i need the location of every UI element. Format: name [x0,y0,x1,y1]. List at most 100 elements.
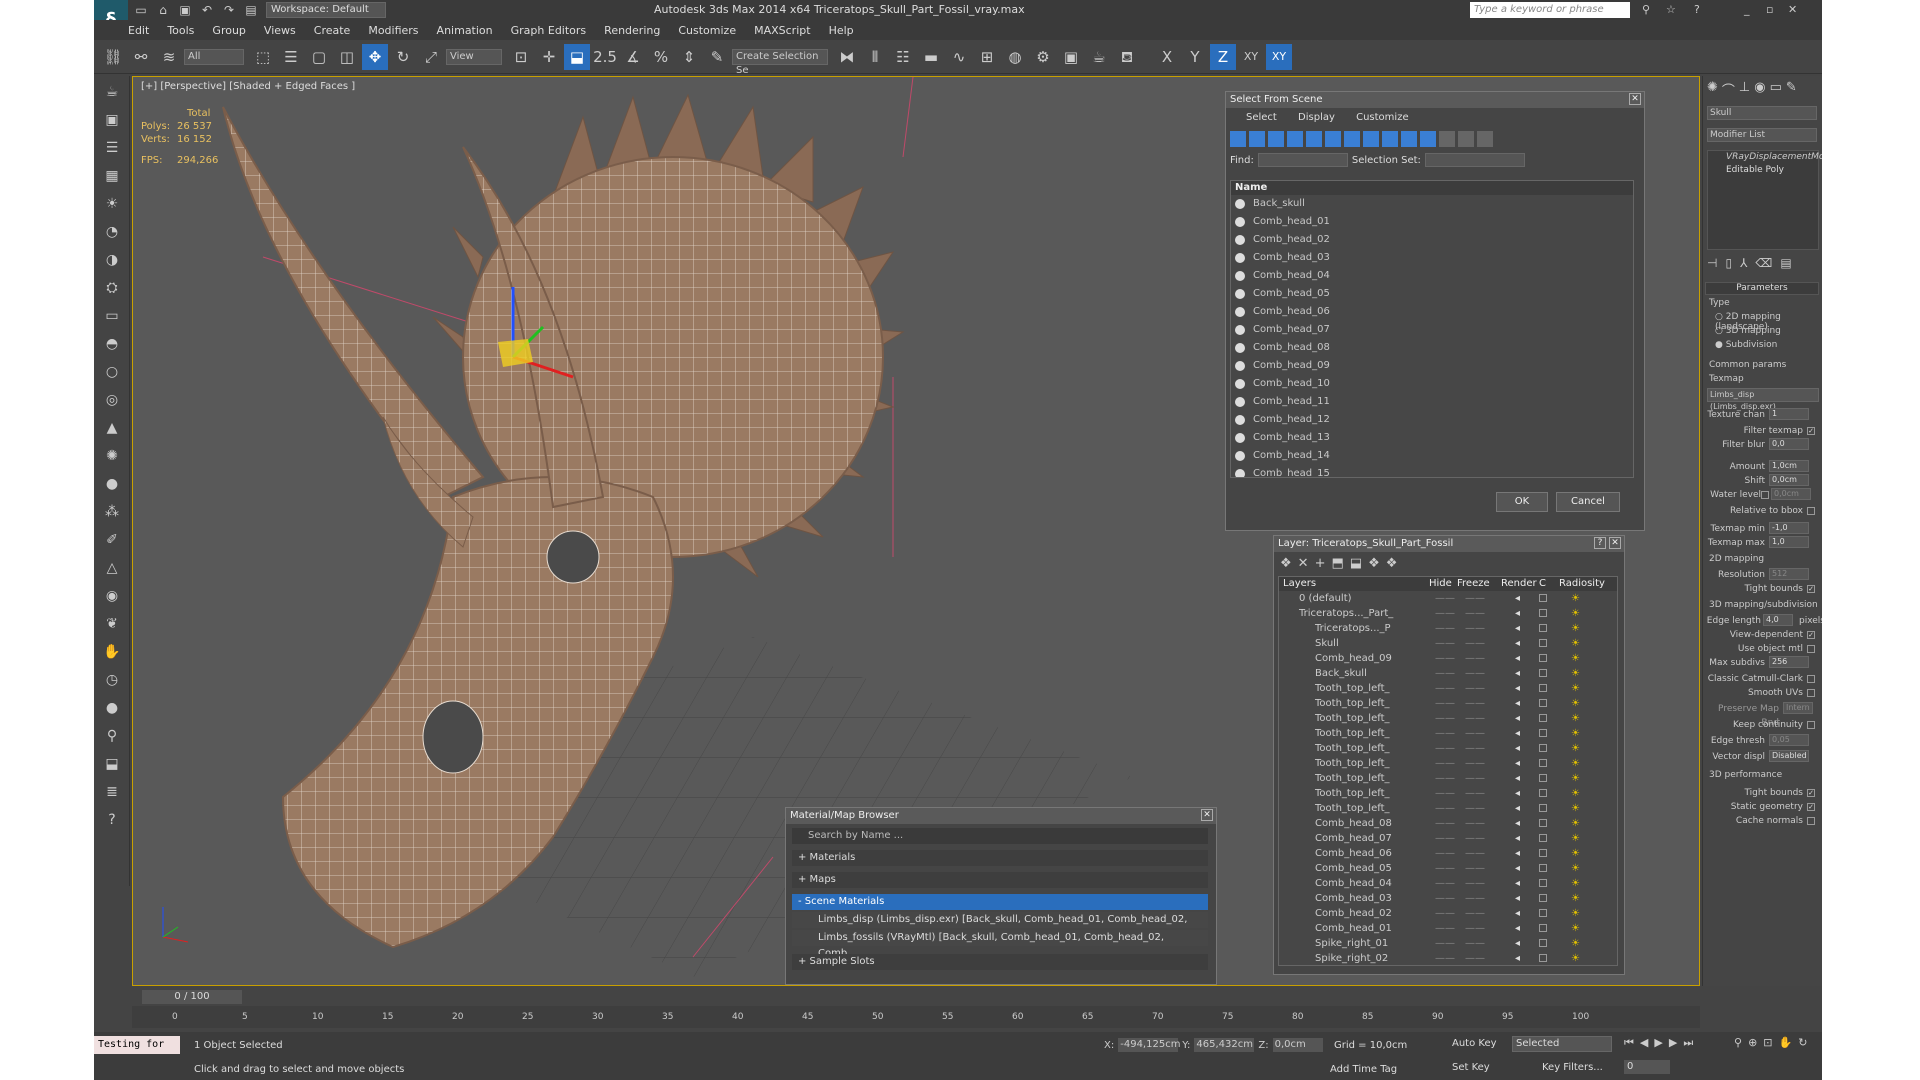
camera-icon[interactable]: ⛭ [100,276,124,300]
selection-filter-dropdown[interactable]: All [184,48,244,65]
layer-color-swatch[interactable] [1539,759,1547,767]
layer-color-swatch[interactable] [1539,819,1547,827]
render-toggle-icon[interactable]: ◂ [1515,831,1520,846]
layer-color-swatch[interactable] [1539,594,1547,602]
cameras-filter-icon[interactable] [1287,131,1303,147]
material-search-input[interactable]: Search by Name ... [792,828,1208,844]
workspace-dropdown[interactable]: Workspace: Default [266,2,386,18]
render-toggle-icon[interactable]: ◂ [1515,816,1520,831]
radiosity-icon[interactable]: ☀ [1571,651,1580,666]
layer-color-swatch[interactable] [1539,669,1547,677]
layer-row[interactable]: Tooth_top_left_ —— —— ◂ ☀ [1279,711,1617,726]
scene-object-row[interactable]: Comb_head_08 [1231,339,1633,357]
layer-row[interactable]: Spike_right_02 —— —— ◂ ☀ [1279,951,1617,965]
render-toggle-icon[interactable]: ◂ [1515,591,1520,606]
sample-slots-section[interactable]: + Sample Slots [792,954,1208,970]
render-production-icon[interactable]: ☕ [1086,44,1112,70]
layer-color-swatch[interactable] [1539,714,1547,722]
selection-region-icon[interactable]: ▢ [306,44,332,70]
display-tab-icon[interactable]: ▭ [1770,80,1782,99]
geosphere-icon[interactable]: ● [100,472,124,496]
scene-object-row[interactable]: Comb_head_06 [1231,303,1633,321]
close-icon[interactable]: ✕ [1201,809,1213,821]
layer-row[interactable]: Skull —— —— ◂ ☀ [1279,636,1617,651]
radiosity-icon[interactable]: ☀ [1571,801,1580,816]
layer-row[interactable]: Tooth_top_left_ —— —— ◂ ☀ [1279,786,1617,801]
layer-row[interactable]: Comb_head_04 —— —— ◂ ☀ [1279,876,1617,891]
layer-color-swatch[interactable] [1539,834,1547,842]
magnify-icon[interactable]: ⚲ [100,724,124,748]
hide-column[interactable]: Hide [1429,577,1452,591]
layer-row[interactable]: Comb_head_05 —— —— ◂ ☀ [1279,861,1617,876]
layer-row[interactable]: Triceratops..._P —— —— ◂ ☀ [1279,621,1617,636]
layer-color-swatch[interactable] [1539,609,1547,617]
scene-object-row[interactable]: Comb_head_13 [1231,429,1633,447]
radio-3d-mapping[interactable]: ○ 3D mapping [1715,326,1781,336]
freeze-toggle[interactable]: —— [1465,951,1485,965]
lights-filter-icon[interactable] [1268,131,1284,147]
scene-object-row[interactable]: Back_skull [1231,195,1633,213]
layer-color-swatch[interactable] [1539,774,1547,782]
particles-icon[interactable]: ⁂ [100,500,124,524]
open-icon[interactable]: ⌂ [154,2,172,18]
radiosity-icon[interactable]: ☀ [1571,816,1580,831]
layer-color-swatch[interactable] [1539,729,1547,737]
water-level-checkbox[interactable] [1761,491,1769,499]
radiosity-icon[interactable]: ☀ [1571,711,1580,726]
schematic-view-icon[interactable]: ⊞ [974,44,1000,70]
layer-row[interactable]: Tooth_top_left_ —— —— ◂ ☀ [1279,741,1617,756]
toggle-icon[interactable]: ⬓ [100,752,124,776]
reference-coordinate-dropdown[interactable]: View [446,48,502,65]
render-toggle-icon[interactable]: ◂ [1515,696,1520,711]
radiosity-icon[interactable]: ☀ [1571,921,1580,936]
stack-icon[interactable]: ≣ [100,780,124,804]
render-toggle-icon[interactable]: ◂ [1515,876,1520,891]
select-and-rotate-icon[interactable]: ↻ [390,44,416,70]
hand-icon[interactable]: ✋ [100,640,124,664]
redo-icon[interactable]: ↷ [220,2,238,18]
layer-color-swatch[interactable] [1539,924,1547,932]
clock-icon[interactable]: ◷ [100,668,124,692]
display-all-icon[interactable] [1439,131,1455,147]
go-to-start-icon[interactable]: ⏮ [1624,1036,1634,1050]
shift-spinner[interactable]: 0,0cm [1769,474,1809,486]
preserve-map-dropdown[interactable]: Intern [1783,702,1813,714]
utilities-tab-icon[interactable]: ✎ [1786,80,1797,99]
layer-color-swatch[interactable] [1539,624,1547,632]
freeze-toggle[interactable]: —— [1465,696,1485,711]
axis-xy-active-button[interactable]: XY [1266,43,1292,70]
hide-toggle[interactable]: —— [1435,801,1455,816]
layer-row[interactable]: Back_skull —— —— ◂ ☀ [1279,666,1617,681]
layer-color-swatch[interactable] [1539,639,1547,647]
menu-help[interactable]: Help [829,24,854,37]
freeze-toggle[interactable]: —— [1465,666,1485,681]
align-icon[interactable]: ⫴ [862,44,888,70]
tight-bounds-checkbox[interactable]: ✓ [1807,585,1815,593]
relative-to-bbox-checkbox[interactable] [1807,507,1815,515]
key-mode-dropdown[interactable]: Selected [1512,1036,1612,1052]
menu-views[interactable]: Views [264,24,296,37]
scene-object-row[interactable]: Comb_head_03 [1231,249,1633,267]
scene-object-row[interactable]: Comb_head_07 [1231,321,1633,339]
zoom-icon[interactable]: ⚲ [1734,1036,1742,1049]
material-entry[interactable]: Limbs_fossils (VRayMtl) [Back_skull, Com… [792,930,1208,959]
rendered-frame-window-icon[interactable]: ▣ [1058,44,1084,70]
radiosity-icon[interactable]: ☀ [1571,891,1580,906]
hide-toggle[interactable]: —— [1435,906,1455,921]
unlink-icon[interactable]: ⚯ [128,44,154,70]
texture-chan-spinner[interactable]: 1 [1769,408,1809,420]
select-and-move-icon[interactable]: ✥ [362,43,388,70]
hide-toggle[interactable]: —— [1435,681,1455,696]
layer-row[interactable]: Spike_right_01 —— —— ◂ ☀ [1279,936,1617,951]
render-toggle-icon[interactable]: ◂ [1515,666,1520,681]
hide-toggle[interactable]: —— [1435,771,1455,786]
modifier-list-dropdown[interactable]: Modifier List [1707,128,1817,142]
freeze-toggle[interactable]: —— [1465,771,1485,786]
texmap-button[interactable]: Limbs_disp (Limbs_disp.exr) [1707,388,1819,411]
hide-toggle[interactable]: —— [1435,696,1455,711]
configure-sets-icon[interactable]: ▤ [1780,256,1791,270]
menu-maxscript[interactable]: MAXScript [754,24,810,37]
pan-icon[interactable]: ✋ [1779,1036,1793,1049]
angle-snap-icon[interactable]: ∡ [620,44,646,70]
percent-snap-icon[interactable]: % [648,44,674,70]
